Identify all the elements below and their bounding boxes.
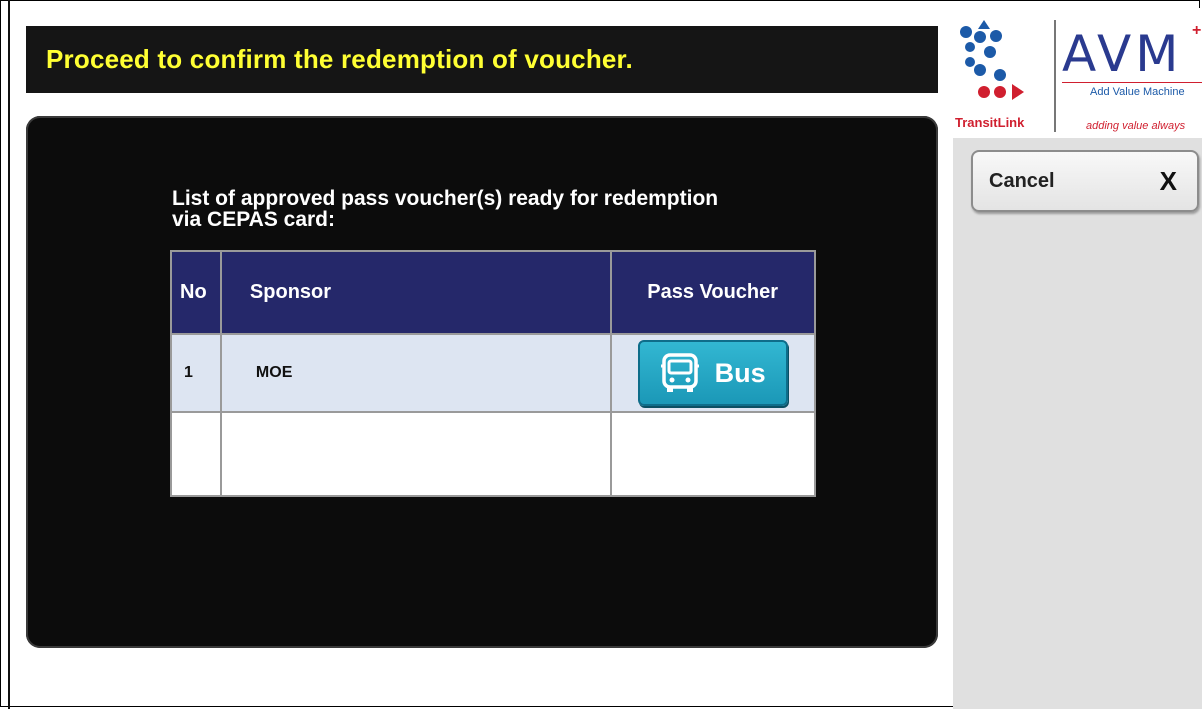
cell-sponsor: MOE	[219, 333, 613, 413]
list-heading: List of approved pass voucher(s) ready f…	[172, 188, 872, 230]
avm-plus-mark: +	[1192, 22, 1202, 39]
cancel-label: Cancel	[989, 169, 1055, 192]
cancel-button[interactable]: Cancel X	[971, 150, 1199, 212]
bus-voucher-button[interactable]: Bus	[638, 340, 789, 406]
column-header-no: No	[170, 250, 222, 335]
table-header-row: No Sponsor Pass Voucher	[170, 250, 816, 335]
header-bar: Proceed to confirm the redemption of vou…	[26, 26, 938, 93]
avm-tagline: adding value always	[1086, 120, 1186, 132]
list-heading-line-2: via CEPAS card:	[172, 208, 336, 231]
cell-pass-voucher	[610, 411, 816, 497]
cell-sponsor	[219, 411, 613, 497]
logo-divider	[1054, 20, 1056, 132]
column-header-pass-voucher: Pass Voucher	[610, 250, 816, 335]
list-heading-line-1: List of approved pass voucher(s) ready f…	[172, 187, 719, 210]
left-edge-rule	[8, 0, 10, 709]
avm-subtitle: Add Value Machine	[1090, 86, 1185, 98]
table-row	[170, 411, 816, 497]
avm-rule	[1062, 82, 1202, 83]
table-row: 1 MOE Bus	[170, 333, 816, 413]
transitlink-wordmark: TransitLink	[955, 115, 1025, 130]
transitlink-logo-icon	[956, 20, 1048, 117]
bus-voucher-label: Bus	[714, 357, 766, 388]
cell-pass-voucher: Bus	[610, 333, 816, 413]
close-icon: X	[1159, 165, 1177, 196]
avm-logo-text: AVM	[1062, 25, 1183, 83]
bus-icon	[660, 353, 699, 393]
cell-no	[170, 411, 222, 497]
page-title: Proceed to confirm the redemption of vou…	[46, 44, 633, 74]
voucher-table: No Sponsor Pass Voucher 1 MOE Bus	[170, 250, 816, 497]
column-header-sponsor: Sponsor	[219, 250, 613, 335]
cell-no: 1	[170, 333, 222, 413]
